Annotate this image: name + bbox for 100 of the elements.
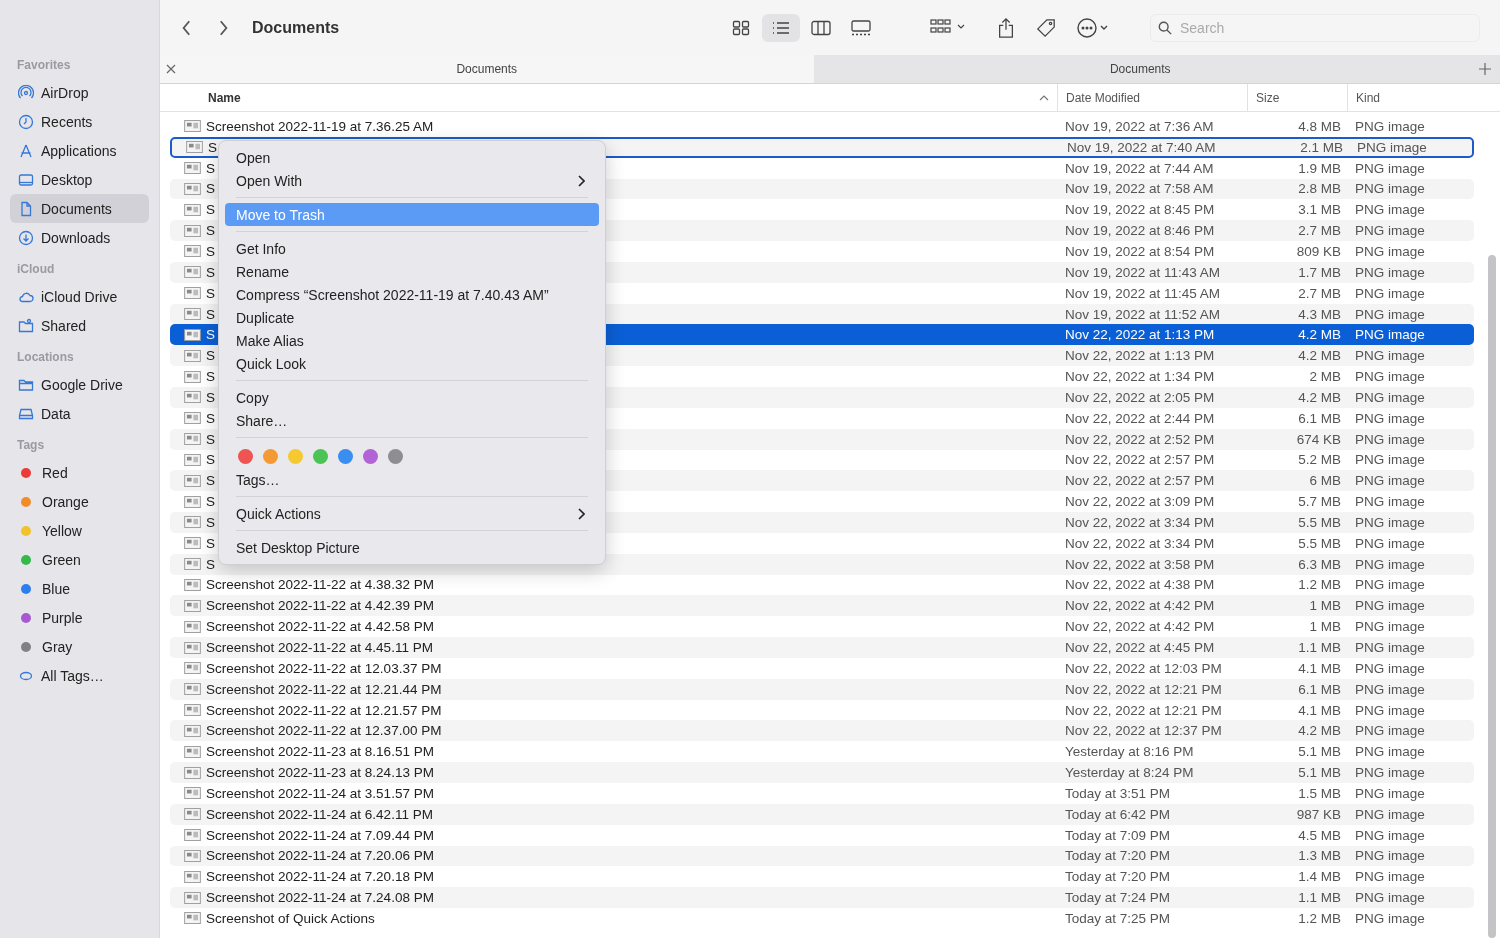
file-kind: PNG image xyxy=(1354,285,1426,301)
date-modified: Nov 22, 2022 at 12:37 PM xyxy=(1064,723,1223,739)
file-size: 4.2 MB xyxy=(1297,389,1342,405)
file-kind: PNG image xyxy=(1354,244,1426,259)
file-kind: PNG image xyxy=(1354,827,1426,843)
file-name: Screenshot 2022-11-24 at 7.20.18 PM xyxy=(206,869,434,885)
sidebar-label: All Tags… xyxy=(41,667,104,684)
file-name: Screenshot 2022-11-22 at 12.03.37 PM xyxy=(206,660,442,676)
file-name: S xyxy=(206,410,215,426)
file-kind: PNG image xyxy=(1354,911,1426,926)
date-modified: Nov 19, 2022 at 8:46 PM xyxy=(1064,223,1216,239)
menu-item-label: Set Desktop Picture xyxy=(236,539,360,556)
file-kind: PNG image xyxy=(1354,410,1426,426)
file-kind: PNG image xyxy=(1354,160,1426,176)
file-name: S xyxy=(206,264,215,280)
file-name: S xyxy=(206,389,215,405)
menu-item-label: Quick Look xyxy=(236,355,307,372)
file-size: 4.1 MB xyxy=(1297,702,1342,718)
file-name: Screenshot 2022-11-23 at 8.16.51 PM xyxy=(206,744,434,760)
date-modified: Nov 19, 2022 at 11:43 AM xyxy=(1064,264,1222,280)
file-name: S xyxy=(206,223,215,239)
file-size: 2.7 MB xyxy=(1297,285,1342,301)
file-size: 1.9 MB xyxy=(1297,160,1342,176)
file-name: S xyxy=(206,431,215,447)
file-size: 1.1 MB xyxy=(1297,640,1342,655)
file-kind: PNG image xyxy=(1354,619,1426,635)
date-modified: Nov 22, 2022 at 2:52 PM xyxy=(1064,431,1216,447)
file-name: S xyxy=(206,494,215,510)
file-size: 6.1 MB xyxy=(1297,410,1342,426)
file-size: 2.8 MB xyxy=(1297,181,1342,197)
sidebar-label: Purple xyxy=(42,609,83,626)
file-kind: PNG image xyxy=(1354,806,1426,822)
date-modified: Nov 22, 2022 at 3:34 PM xyxy=(1064,535,1216,551)
file-kind: PNG image xyxy=(1354,765,1426,781)
file-name: S xyxy=(206,202,215,218)
menu-item-label: Compress “Screenshot 2022-11-19 at 7.40.43 AM” xyxy=(236,286,549,303)
file-size: 5.5 MB xyxy=(1297,514,1342,530)
sidebar-label: Yellow xyxy=(42,522,82,539)
date-modified: Nov 22, 2022 at 1:13 PM xyxy=(1064,327,1216,343)
sidebar-label: Data xyxy=(41,405,71,422)
file-name: Screenshot 2022-11-22 at 4.42.58 PM xyxy=(206,619,434,635)
file-size: 1.3 MB xyxy=(1297,848,1342,864)
file-size: 4.5 MB xyxy=(1297,827,1342,843)
sidebar-label: Applications xyxy=(41,142,117,159)
date-modified: Today at 7:20 PM xyxy=(1064,869,1172,885)
file-size: 809 KB xyxy=(1295,244,1342,259)
file-name: Screenshot of Quick Actions xyxy=(206,911,375,926)
file-kind: PNG image xyxy=(1354,202,1426,218)
menu-item-label: Share… xyxy=(236,412,288,429)
file-kind: PNG image xyxy=(1354,118,1426,134)
file-kind: PNG image xyxy=(1354,660,1426,676)
file-name: S xyxy=(208,139,217,155)
file-kind: PNG image xyxy=(1354,264,1426,280)
file-name: S xyxy=(206,348,215,364)
file-name: Screenshot 2022-11-22 at 12.37.00 PM xyxy=(206,723,442,739)
file-name: S xyxy=(206,514,215,530)
file-kind: PNG image xyxy=(1354,723,1426,739)
date-modified: Nov 22, 2022 at 2:57 PM xyxy=(1064,473,1216,489)
file-name: S xyxy=(206,285,215,301)
file-name: Screenshot 2022-11-24 at 3.51.57 PM xyxy=(206,785,434,801)
sidebar-label: AirDrop xyxy=(41,84,89,101)
file-name: Screenshot 2022-11-22 at 12.21.57 PM xyxy=(206,702,442,718)
file-kind: PNG image xyxy=(1354,785,1426,801)
file-size: 6 MB xyxy=(1308,473,1342,489)
sidebar-label: Downloads xyxy=(41,229,111,246)
column-title: Size xyxy=(1256,90,1280,105)
file-name: Screenshot 2022-11-24 at 7.20.06 PM xyxy=(206,848,434,864)
file-size: 6.1 MB xyxy=(1297,681,1342,697)
file-size: 4.2 MB xyxy=(1297,723,1342,739)
file-kind: PNG image xyxy=(1354,327,1426,343)
menu-item-label: Move to Trash xyxy=(236,206,325,223)
sidebar-label: Orange xyxy=(42,493,89,510)
date-modified: Today at 7:24 PM xyxy=(1064,890,1172,906)
file-kind: PNG image xyxy=(1354,556,1426,572)
date-modified: Today at 7:25 PM xyxy=(1064,911,1172,926)
date-modified: Nov 22, 2022 at 12:21 PM xyxy=(1064,702,1223,718)
file-name: S xyxy=(206,306,215,322)
file-size: 1.2 MB xyxy=(1297,911,1342,926)
sidebar-label: Gray xyxy=(42,638,73,655)
sidebar-label: Documents xyxy=(41,200,112,217)
sidebar-label: Shared xyxy=(41,317,87,334)
date-modified: Yesterday at 8:24 PM xyxy=(1064,765,1195,781)
date-modified: Nov 19, 2022 at 7:58 AM xyxy=(1064,181,1215,197)
date-modified: Nov 19, 2022 at 7:44 AM xyxy=(1064,160,1215,176)
date-modified: Nov 19, 2022 at 7:36 AM xyxy=(1064,118,1215,134)
date-modified: Nov 22, 2022 at 2:57 PM xyxy=(1064,452,1216,468)
file-kind: PNG image xyxy=(1354,473,1426,489)
file-size: 5.5 MB xyxy=(1297,535,1342,551)
file-size: 1.2 MB xyxy=(1297,577,1342,593)
date-modified: Nov 22, 2022 at 2:05 PM xyxy=(1064,389,1216,405)
file-size: 987 KB xyxy=(1295,806,1342,822)
file-size: 5.2 MB xyxy=(1297,452,1342,468)
file-size: 5.7 MB xyxy=(1297,494,1342,510)
sidebar-section-title: Favorites xyxy=(16,57,72,74)
file-kind: PNG image xyxy=(1354,640,1426,655)
file-size: 1 MB xyxy=(1308,598,1342,614)
file-size: 2 MB xyxy=(1308,369,1342,385)
file-kind: PNG image xyxy=(1354,681,1426,697)
file-size: 4.2 MB xyxy=(1297,327,1342,343)
file-size: 3.1 MB xyxy=(1297,202,1342,218)
